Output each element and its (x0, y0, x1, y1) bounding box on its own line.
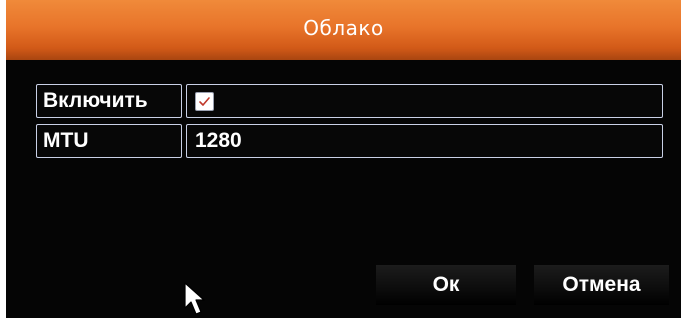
enable-value-cell (186, 84, 663, 118)
enable-label: Включить (43, 89, 148, 112)
cancel-button[interactable]: Отмена (534, 265, 669, 305)
ok-button[interactable]: Ок (376, 265, 516, 305)
enable-row: Включить (36, 84, 663, 120)
cloud-dialog: Облако Включить MTU 1280 Ок Отмена (6, 0, 681, 318)
mtu-label-cell: MTU (36, 124, 182, 158)
enable-checkbox[interactable] (195, 91, 214, 111)
enable-label-cell: Включить (36, 84, 182, 118)
mtu-label: MTU (43, 129, 89, 152)
dialog-title: Облако (303, 16, 384, 40)
mtu-row: MTU 1280 (36, 124, 663, 160)
checkmark-icon (199, 96, 210, 106)
mtu-field[interactable]: 1280 (186, 124, 663, 158)
settings-form: Включить MTU 1280 (36, 84, 663, 162)
title-bar: Облако (6, 0, 681, 60)
mouse-pointer-icon (184, 282, 205, 315)
mtu-value: 1280 (195, 129, 242, 152)
